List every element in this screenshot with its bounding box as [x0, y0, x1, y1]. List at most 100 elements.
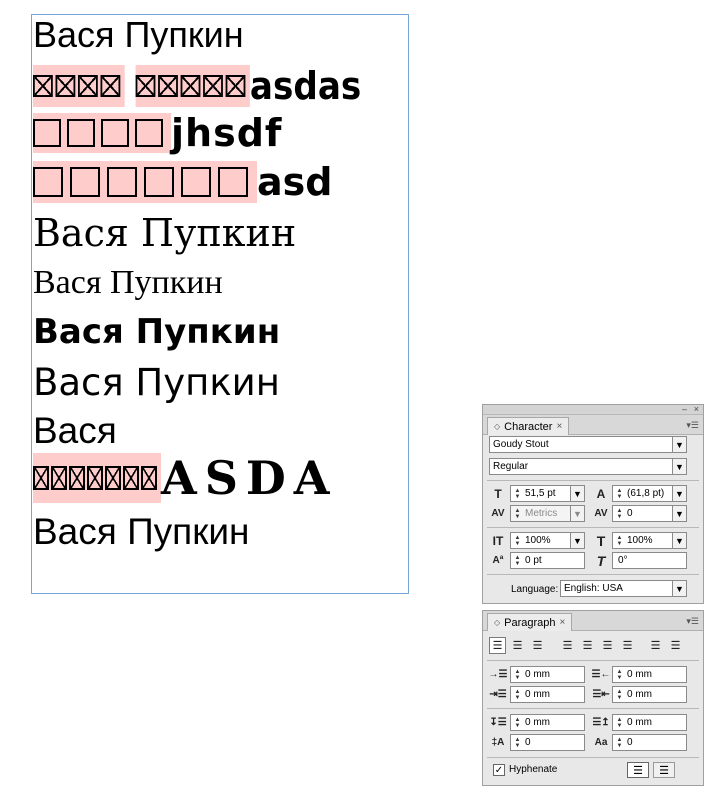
baseline-shift-field[interactable]: ▲ ▼ 0 pt	[510, 552, 585, 569]
stepper-icon[interactable]: ▲ ▼	[512, 668, 523, 681]
drop-cap-lines-field[interactable]: ▲ ▼ 0	[510, 734, 585, 751]
stepper-icon[interactable]: ▲ ▼	[512, 554, 523, 567]
text-line-6: Вася Пупкин	[33, 264, 223, 301]
chevron-down-icon[interactable]: ▼	[570, 486, 584, 501]
right-indent-icon: ☰←	[591, 669, 611, 680]
minimize-icon[interactable]: –	[682, 404, 687, 414]
align-to-grid-button[interactable]: ☰	[653, 762, 675, 778]
tracking-icon: AV	[594, 508, 608, 519]
horizontal-scale-field[interactable]: ▲ ▼ 100% ▼	[612, 532, 687, 549]
panel-menu-icon[interactable]: ▾☰	[686, 420, 699, 431]
text-line-10: ASDA	[33, 453, 338, 503]
leading-field[interactable]: ▲ ▼ (61,8 pt) ▼	[612, 485, 687, 502]
collapse-icon[interactable]: ◇	[494, 422, 500, 431]
missing-glyph-run	[135, 65, 250, 107]
tab-close-icon[interactable]: ×	[556, 421, 562, 432]
tab-paragraph[interactable]: ◇ Paragraph ×	[487, 613, 573, 631]
hyphenate-label: Hyphenate	[509, 764, 558, 775]
first-line-indent-icon: ⇥☰	[489, 689, 507, 700]
paragraph-panel: ◇ Paragraph × ▾☰ ☰ ☰ ☰ ☰ ☰ ☰ ☰ ☰ ☰ →☰ ▲ ▼…	[482, 610, 704, 786]
chevron-down-icon[interactable]: ▼	[672, 506, 686, 521]
justify-center-button[interactable]: ☰	[579, 637, 596, 654]
vertical-scale-icon: IT	[492, 533, 504, 548]
space-after-field[interactable]: ▲ ▼ 0 mm	[612, 714, 687, 731]
align-left-button[interactable]: ☰	[489, 637, 506, 654]
chevron-down-icon[interactable]: ▼	[672, 486, 686, 501]
leading-icon: A	[596, 486, 606, 501]
font-family-select[interactable]: Goudy Stout ▼	[489, 436, 687, 453]
do-not-align-to-grid-button[interactable]: ☰	[627, 762, 649, 778]
align-away-from-spine-button[interactable]: ☰	[667, 637, 684, 654]
text-line-3: jhsdf	[33, 113, 282, 153]
close-icon[interactable]: ×	[694, 404, 699, 414]
vertical-scale-field[interactable]: ▲ ▼ 100% ▼	[510, 532, 585, 549]
panel-menu-icon[interactable]: ▾☰	[686, 616, 699, 627]
right-indent-field[interactable]: ▲ ▼ 0 mm	[612, 666, 687, 683]
horizontal-scale-icon: T	[596, 532, 606, 549]
stepper-icon[interactable]: ▲ ▼	[614, 534, 625, 547]
stepper-icon[interactable]: ▲ ▼	[512, 534, 523, 547]
stepper-icon[interactable]: ▲ ▼	[614, 507, 625, 520]
missing-glyph-run	[33, 65, 125, 107]
chevron-down-icon[interactable]: ▼	[672, 533, 686, 548]
left-indent-icon: →☰	[488, 669, 508, 680]
hyphenate-checkbox[interactable]: ✓	[493, 764, 505, 776]
chevron-down-icon[interactable]: ▼	[672, 459, 686, 474]
character-panel: – × ◇ Character × ▾☰ Goudy Stout ▼ Regul…	[482, 404, 704, 604]
align-right-button[interactable]: ☰	[529, 637, 546, 654]
missing-glyph-run	[33, 161, 257, 203]
missing-glyph-run	[33, 113, 171, 153]
align-center-button[interactable]: ☰	[509, 637, 526, 654]
last-line-indent-icon: ☰⇤	[592, 689, 610, 700]
stepper-icon[interactable]: ▲ ▼	[614, 688, 625, 701]
drop-cap-lines-icon: ‡A	[491, 737, 505, 748]
stepper-icon[interactable]: ▲ ▼	[614, 668, 625, 681]
stepper-icon[interactable]: ▲ ▼	[512, 736, 523, 749]
tracking-field[interactable]: ▲ ▼ 0 ▼	[612, 505, 687, 522]
font-size-field[interactable]: ▲ ▼ 51,5 pt ▼	[510, 485, 585, 502]
space-before-icon: ↧☰	[489, 717, 507, 728]
stepper-icon[interactable]: ▲ ▼	[512, 487, 523, 500]
chevron-down-icon[interactable]: ▼	[570, 506, 584, 521]
stepper-icon[interactable]: ▲ ▼	[512, 716, 523, 729]
chevron-down-icon[interactable]: ▼	[570, 533, 584, 548]
chevron-down-icon[interactable]: ▼	[672, 437, 686, 452]
collapse-icon[interactable]: ◇	[494, 618, 500, 627]
stepper-icon[interactable]: ▲ ▼	[614, 487, 625, 500]
justify-all-button[interactable]: ☰	[619, 637, 636, 654]
skew-field[interactable]: 0°	[612, 552, 687, 569]
drop-cap-chars-field[interactable]: ▲ ▼ 0	[612, 734, 687, 751]
justify-left-button[interactable]: ☰	[559, 637, 576, 654]
baseline-shift-icon: Aª	[492, 555, 504, 566]
drop-cap-chars-icon: Aa	[594, 737, 608, 748]
text-frame[interactable]: Вася Пупкин asdas jhsdf asd Вася Пупкин …	[31, 14, 409, 594]
panel-title-bar[interactable]: – ×	[483, 404, 703, 415]
font-style-select[interactable]: Regular ▼	[489, 458, 687, 475]
kerning-icon: AV	[491, 508, 505, 519]
kerning-field[interactable]: ▲ ▼ Metrics ▼	[510, 505, 585, 522]
left-indent-field[interactable]: ▲ ▼ 0 mm	[510, 666, 585, 683]
font-size-icon: T	[494, 486, 502, 501]
text-line-7: Вася Пупкин	[33, 312, 281, 352]
last-line-indent-field[interactable]: ▲ ▼ 0 mm	[612, 686, 687, 703]
text-line-1: Вася Пупкин	[33, 14, 244, 55]
missing-glyph-run	[33, 453, 161, 503]
tab-character[interactable]: ◇ Character ×	[487, 417, 570, 435]
stepper-icon[interactable]: ▲ ▼	[512, 688, 523, 701]
tab-close-icon[interactable]: ×	[560, 617, 566, 628]
chevron-down-icon[interactable]: ▼	[672, 581, 686, 596]
stepper-icon[interactable]: ▲ ▼	[614, 736, 625, 749]
first-line-indent-field[interactable]: ▲ ▼ 0 mm	[510, 686, 585, 703]
align-towards-spine-button[interactable]: ☰	[647, 637, 664, 654]
text-line-5: Вася Пупкин	[33, 211, 297, 255]
text-line-8: Вася Пупкин	[33, 360, 280, 404]
stepper-icon[interactable]: ▲ ▼	[614, 716, 625, 729]
space-before-field[interactable]: ▲ ▼ 0 mm	[510, 714, 585, 731]
text-line-2: asdas	[33, 65, 361, 107]
text-line-11: Вася Пупкин	[33, 510, 250, 552]
justify-right-button[interactable]: ☰	[599, 637, 616, 654]
language-select[interactable]: English: USA ▼	[560, 580, 687, 597]
text-line-4: asd	[33, 161, 332, 203]
language-label: Language:	[511, 584, 559, 595]
stepper-icon[interactable]: ▲ ▼	[512, 507, 523, 520]
